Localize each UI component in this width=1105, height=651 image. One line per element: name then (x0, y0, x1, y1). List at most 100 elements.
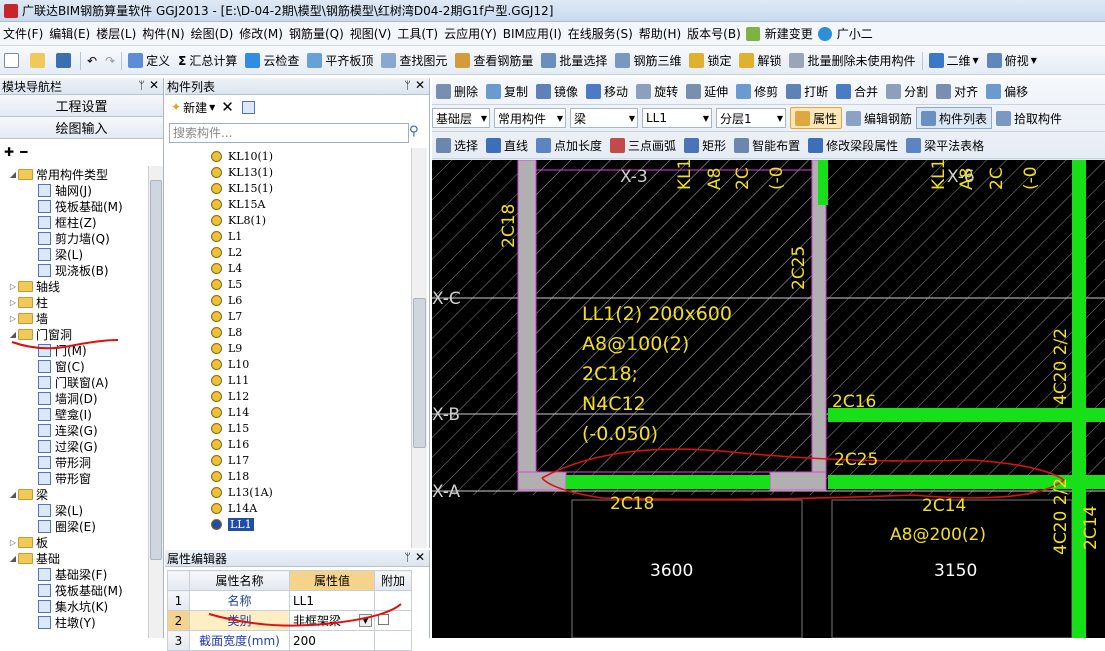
close-icon[interactable]: ✕ (415, 78, 425, 92)
lock-button[interactable]: 锁定 (685, 50, 735, 72)
menu-view[interactable]: 视图(V) (347, 25, 395, 42)
tree-item[interactable]: 门联窗(A) (0, 374, 148, 390)
summary-calc-button[interactable]: Σ 汇总计算 (174, 50, 241, 72)
component-list-item[interactable]: L14A (165, 500, 410, 516)
component-scrollbar[interactable] (411, 148, 427, 548)
undo-button[interactable]: ↶ (83, 50, 101, 72)
redo-button[interactable]: ↷ (101, 50, 119, 72)
component-list-item[interactable]: KL10(1) (165, 148, 410, 164)
component-list-item[interactable]: L16 (165, 436, 410, 452)
pick-component-button[interactable]: 拾取构件 (992, 107, 1066, 129)
tree-item[interactable]: 墙洞(D) (0, 390, 148, 406)
search-icon[interactable]: ⚲ (409, 124, 419, 139)
unlock-button[interactable]: 解锁 (735, 50, 785, 72)
edit-button-3[interactable]: 移动 (582, 80, 632, 102)
component-list-item[interactable]: L6 (165, 292, 410, 308)
edit-button-7[interactable]: 打断 (782, 80, 832, 102)
tree-item[interactable]: 圈梁(E) (0, 518, 148, 534)
edit-button-9[interactable]: 分割 (882, 80, 932, 102)
nav-scroll-thumb[interactable] (150, 180, 162, 560)
menu-edit[interactable]: 编辑(E) (46, 25, 93, 42)
tree-folder[interactable]: ◢ 常用构件类型 (0, 166, 148, 182)
beam-ll1[interactable] (566, 475, 770, 489)
layer-select[interactable]: 分层1 ▼ (716, 108, 786, 128)
category-select[interactable]: 常用构件 ▼ (494, 108, 566, 128)
tree-item[interactable]: 基础梁(F) (0, 566, 148, 582)
menu-assistant[interactable]: 广小二 (834, 25, 876, 42)
menu-draw[interactable]: 绘图(D) (188, 25, 237, 42)
component-list-item[interactable]: L18 (165, 468, 410, 484)
component-list-item[interactable]: KL13(1) (165, 164, 410, 180)
find-element-button[interactable]: 查找图元 (377, 50, 451, 72)
tree-folder[interactable]: ▷ 板 (0, 534, 148, 550)
component-search-input[interactable]: 搜索构件... (169, 123, 409, 143)
cad-canvas[interactable]: LL1(2) 200x600 A8@100(2) 2C18; N4C12 (-0… (432, 160, 1105, 638)
tree-item[interactable]: 梁(L) (0, 246, 148, 262)
component-list-item[interactable]: KL15A (165, 196, 410, 212)
tree-item[interactable]: 集水坑(K) (0, 598, 148, 614)
draw-button-3[interactable]: 三点画弧 (606, 134, 680, 156)
collapsed-triangle-icon[interactable]: ▷ (8, 538, 18, 547)
edit-button-10[interactable]: 对齐 (932, 80, 982, 102)
nav-scrollbar[interactable] (148, 166, 163, 638)
define-button[interactable]: 定义 (124, 50, 174, 72)
tree-folder[interactable]: ▷ 墙 (0, 310, 148, 326)
drawing-input-button[interactable]: 绘图输入 (0, 117, 163, 139)
batch-delete-unused-button[interactable]: 批量删除未使用构件 (785, 50, 919, 72)
beam-4c20[interactable] (1072, 160, 1086, 638)
edit-button-1[interactable]: 复制 (482, 80, 532, 102)
rebar-3d-button[interactable]: 钢筋三维 (611, 50, 685, 72)
component-list-item[interactable]: L4 (165, 260, 410, 276)
menu-floor[interactable]: 楼层(L) (93, 25, 139, 42)
menu-new-change[interactable]: 新建变更 (762, 25, 816, 42)
menu-online[interactable]: 在线服务(S) (565, 25, 636, 42)
new-file-button[interactable] (0, 50, 26, 72)
batch-select-button[interactable]: 批量选择 (537, 50, 611, 72)
menu-version[interactable]: 版本号(B) (684, 25, 744, 42)
component-list-item[interactable]: L11 (165, 372, 410, 388)
tree-item[interactable]: 梁(L) (0, 502, 148, 518)
draw-button-2[interactable]: 点加长度 (532, 134, 606, 156)
menu-bim[interactable]: BIM应用(I) (500, 25, 565, 42)
properties-button[interactable]: 属性 (790, 107, 843, 129)
menu-component[interactable]: 构件(N) (139, 25, 187, 42)
menu-file[interactable]: 文件(F) (0, 25, 46, 42)
edit-button-6[interactable]: 修剪 (732, 80, 782, 102)
component-list-item[interactable]: L5 (165, 276, 410, 292)
edit-button-5[interactable]: 延伸 (682, 80, 732, 102)
draw-button-0[interactable]: 选择 (432, 134, 482, 156)
tree-item[interactable]: 现浇板(B) (0, 262, 148, 278)
menu-rebar[interactable]: 钢筋量(Q) (286, 25, 347, 42)
component-list-item[interactable]: L1 (165, 228, 410, 244)
component-scroll-thumb[interactable] (413, 298, 426, 448)
component-list-item[interactable]: KL15(1) (165, 180, 410, 196)
tree-item[interactable]: 剪力墙(Q) (0, 230, 148, 246)
delete-icon[interactable]: ✕ (221, 98, 234, 116)
collapsed-triangle-icon[interactable]: ▷ (8, 314, 18, 323)
project-settings-button[interactable]: 工程设置 (0, 95, 163, 117)
tree-folder[interactable]: ▷ 轴线 (0, 278, 148, 294)
tree-item[interactable]: 带形窗 (0, 470, 148, 486)
copy-icon[interactable] (241, 100, 255, 114)
cad-drawing[interactable]: LL1(2) 200x600 A8@100(2) 2C18; N4C12 (-0… (432, 160, 1105, 638)
tree-item[interactable]: 柱墩(Y) (0, 614, 148, 630)
open-file-button[interactable] (26, 50, 52, 72)
expanded-triangle-icon[interactable]: ◢ (8, 170, 18, 179)
component-list-item[interactable]: L10 (165, 356, 410, 372)
top-view-button[interactable]: 俯视 ▼ (983, 50, 1041, 72)
tree-item[interactable]: 筏板基础(M) (0, 198, 148, 214)
edit-button-4[interactable]: 旋转 (632, 80, 682, 102)
edit-rebar-button[interactable]: 编辑钢筋 (842, 107, 916, 129)
tree-item[interactable]: 带形洞 (0, 454, 148, 470)
tree-item[interactable]: 筏板基础(M) (0, 582, 148, 598)
cloud-check-button[interactable]: 云检查 (241, 50, 303, 72)
draw-button-4[interactable]: 矩形 (680, 134, 730, 156)
new-component-button[interactable]: 新建 (183, 99, 207, 116)
floor-select[interactable]: 基础层 ▼ (432, 108, 490, 128)
collapsed-triangle-icon[interactable]: ▷ (8, 282, 18, 291)
menu-cloud[interactable]: 云应用(Y) (441, 25, 500, 42)
pin-icon[interactable]: ᛘ (138, 79, 145, 92)
edit-button-11[interactable]: 偏移 (982, 80, 1032, 102)
component-list-item[interactable]: L17 (165, 452, 410, 468)
edit-button-8[interactable]: 合并 (832, 80, 882, 102)
